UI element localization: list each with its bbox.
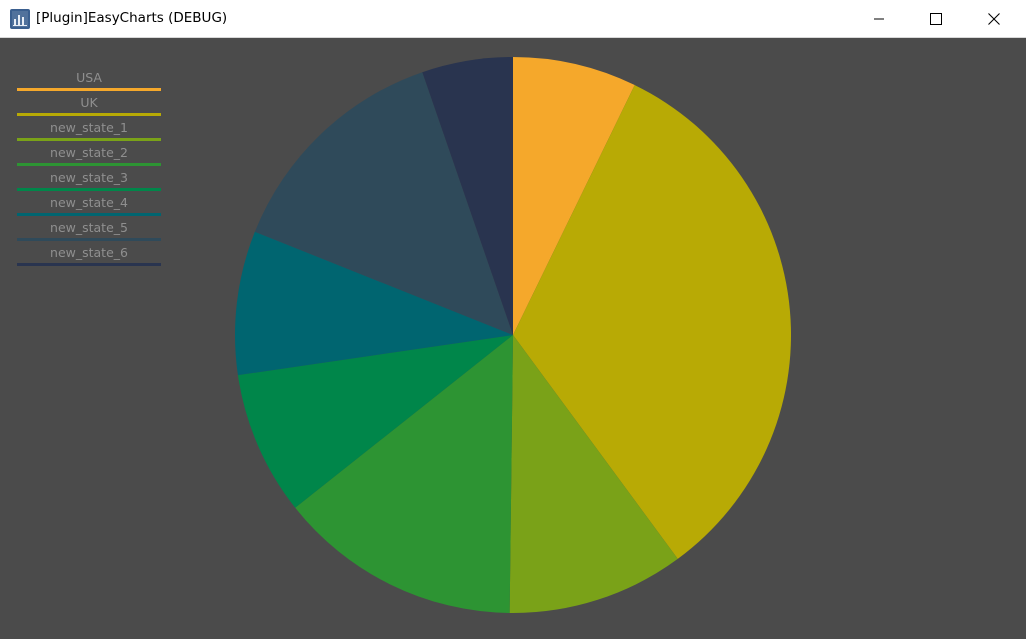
legend-label: new_state_5: [50, 220, 128, 235]
legend-item[interactable]: new_state_3: [17, 167, 161, 192]
chart-legend: USA UK new_state_1 new_state_2 new_state_3ne…: [17, 67, 161, 267]
legend-item[interactable]: new_state_2: [17, 142, 161, 167]
legend-swatch: [17, 238, 161, 241]
legend-item[interactable]: new_state_6: [17, 242, 161, 267]
legend-label: UK: [80, 95, 98, 110]
legend-label: new_state_4: [50, 195, 128, 210]
legend-item[interactable]: UK: [17, 92, 161, 117]
legend-label: new_state_2: [50, 145, 128, 160]
legend-item[interactable]: new_state_5: [17, 217, 161, 242]
legend-swatch: [17, 188, 161, 191]
maximize-button[interactable]: [913, 0, 959, 37]
app-window: [Plugin]EasyCharts (DEBUG) USA UK new_stat…: [0, 0, 1026, 639]
title-bar[interactable]: [Plugin]EasyCharts (DEBUG): [0, 0, 1026, 38]
minimize-button[interactable]: [856, 0, 902, 37]
legend-swatch: [17, 163, 161, 166]
close-button[interactable]: [971, 0, 1017, 37]
maximize-icon: [930, 12, 942, 25]
chart-app-icon: [10, 9, 30, 29]
legend-swatch: [17, 113, 161, 116]
legend-swatch: [17, 263, 161, 266]
legend-swatch: [17, 138, 161, 141]
close-icon: [988, 12, 1000, 25]
legend-swatch: [17, 88, 161, 91]
legend-label: new_state_3: [50, 170, 128, 185]
chart-area: USA UK new_state_1 new_state_2 new_state_3ne…: [0, 38, 1026, 639]
window-title: [Plugin]EasyCharts (DEBUG): [36, 10, 228, 26]
legend-label: USA: [76, 70, 102, 85]
legend-swatch: [17, 213, 161, 216]
minimize-icon: [874, 18, 884, 19]
legend-label: new_state_1: [50, 120, 128, 135]
legend-item[interactable]: new_state_4: [17, 192, 161, 217]
legend-label: new_state_6: [50, 245, 128, 260]
legend-item[interactable]: new_state_1: [17, 117, 161, 142]
legend-item[interactable]: USA: [17, 67, 161, 92]
